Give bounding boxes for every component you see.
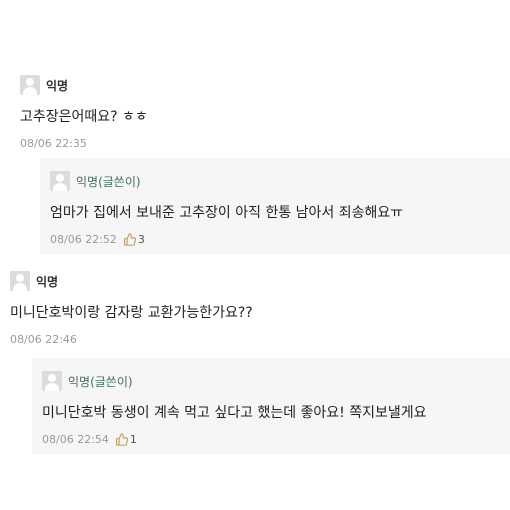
comment-meta: 08/06 22:52 3: [50, 232, 403, 246]
thumbs-up-icon: [115, 432, 128, 446]
comment-timestamp: 08/06 22:54: [42, 432, 109, 446]
comment-text: 고추장은어때요? ㅎㅎ: [20, 109, 148, 125]
like-count: 1: [129, 432, 137, 446]
thumbs-up-icon: [123, 232, 136, 246]
comment-meta: 08/06 22:54 1: [42, 432, 427, 446]
comment-header: 익명(글쓴이): [42, 370, 427, 392]
comment: 익명 미니단호박이랑 감자랑 교환가능한가요?? 08/06 22:46: [10, 270, 490, 346]
comment-header: 익명: [20, 74, 490, 96]
reply-comment: 익명(글쓴이) 엄마가 집에서 보내준 고추장이 아직 한통 남아서 죄송해요ㅠ…: [40, 158, 510, 254]
like-button[interactable]: 1: [115, 433, 137, 446]
like-button[interactable]: 3: [123, 233, 145, 246]
comment-meta: 08/06 22:35: [20, 136, 490, 150]
comment-author[interactable]: 익명: [46, 77, 68, 94]
comment-text: 미니단호박이랑 감자랑 교환가능한가요??: [10, 305, 253, 321]
comment: 익명 고추장은어때요? ㅎㅎ 08/06 22:35: [20, 74, 490, 150]
comment-author[interactable]: 익명(글쓴이): [76, 173, 141, 190]
comment-author[interactable]: 익명: [36, 273, 58, 290]
like-count: 3: [137, 232, 145, 246]
comment-author[interactable]: 익명(글쓴이): [68, 373, 133, 390]
comment-text: 미니단호박 동생이 계속 먹고 싶다고 했는데 좋아요! 쪽지보낼게요: [42, 405, 427, 421]
avatar[interactable]: [42, 371, 62, 391]
comment-header: 익명: [10, 270, 490, 292]
avatar[interactable]: [20, 75, 40, 95]
avatar[interactable]: [10, 271, 30, 291]
comment-meta: 08/06 22:46: [10, 332, 490, 346]
comment-timestamp: 08/06 22:46: [10, 332, 77, 346]
comment-timestamp: 08/06 22:35: [20, 136, 87, 150]
comment-timestamp: 08/06 22:52: [50, 232, 117, 246]
comment-header: 익명(글쓴이): [50, 170, 403, 192]
comment-thread: 익명 고추장은어때요? ㅎㅎ 08/06 22:35 익명(글쓴이) 엄마가 집…: [0, 0, 510, 510]
avatar[interactable]: [50, 171, 70, 191]
comment-text: 엄마가 집에서 보내준 고추장이 아직 한통 남아서 죄송해요ㅠ: [50, 205, 404, 221]
reply-comment: 익명(글쓴이) 미니단호박 동생이 계속 먹고 싶다고 했는데 좋아요! 쪽지보…: [32, 358, 510, 454]
